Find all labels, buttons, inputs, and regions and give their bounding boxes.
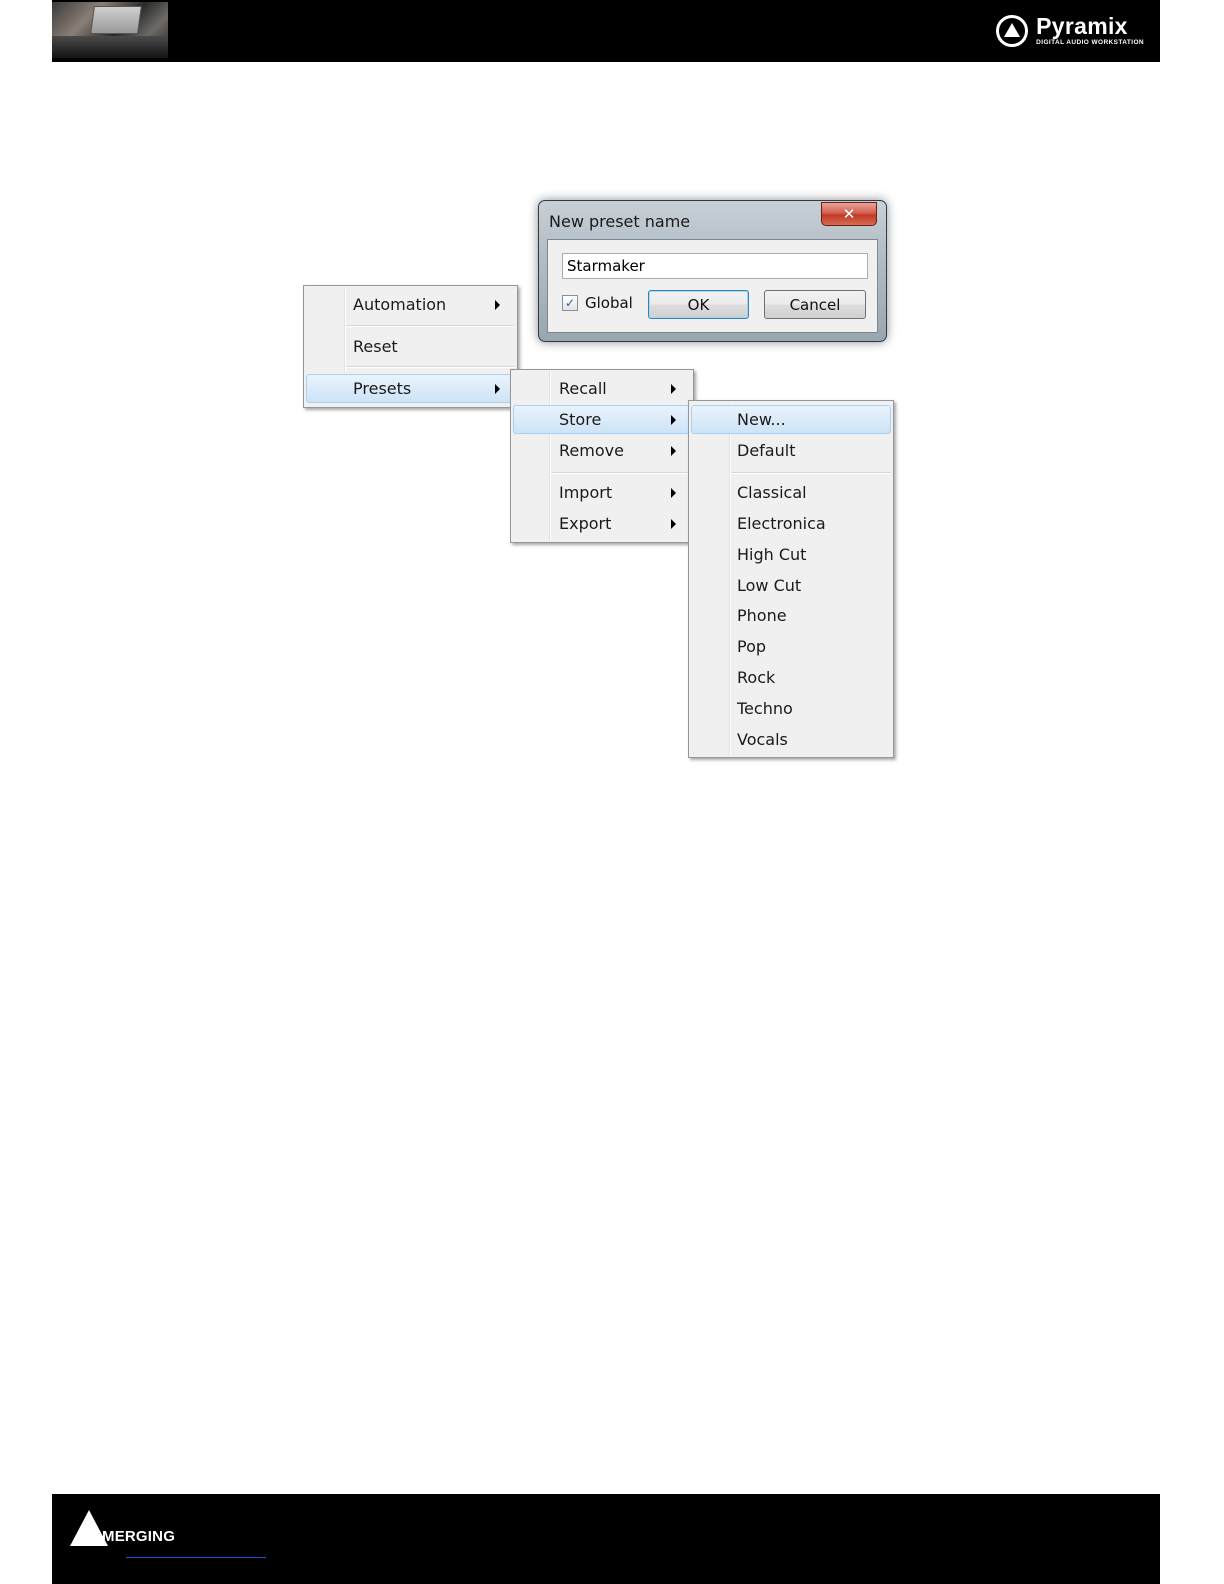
menu-item-label: High Cut [737, 545, 807, 564]
menu-item-recall[interactable]: Recall [513, 374, 691, 403]
ok-button-label: OK [687, 295, 710, 314]
close-icon: ✕ [842, 205, 856, 223]
submenu-presets: Recall Store Remove Import Export [510, 369, 694, 543]
menu-item-remove[interactable]: Remove [513, 436, 691, 465]
logo-name: Pyramix [1036, 13, 1128, 40]
menu-item-presets[interactable]: Presets [306, 374, 515, 403]
pyramix-logo-icon [996, 15, 1029, 47]
menu-item-pop[interactable]: Pop [691, 632, 891, 661]
menu-item-high-cut[interactable]: High Cut [691, 540, 891, 569]
screen-image [90, 6, 142, 34]
submenu-arrow-icon [671, 446, 676, 456]
menu-item-vocals[interactable]: Vocals [691, 725, 891, 754]
cancel-button-label: Cancel [789, 295, 841, 314]
menu-item-label: Default [737, 441, 796, 460]
menu-item-electronica[interactable]: Electronica [691, 509, 891, 538]
menu-item-label: Techno [737, 699, 793, 718]
menu-item-label: Import [559, 483, 613, 502]
menu-item-export[interactable]: Export [513, 509, 691, 538]
cancel-button[interactable]: Cancel [764, 290, 866, 319]
submenu-arrow-icon [671, 519, 676, 529]
console-desk [52, 36, 168, 58]
global-checkbox[interactable]: ✓ [562, 295, 578, 311]
dialog-title: New preset name [549, 212, 691, 231]
menu-item-import[interactable]: Import [513, 478, 691, 507]
menu-item-label: Automation [353, 295, 447, 314]
close-button[interactable]: ✕ [821, 202, 877, 226]
submenu-arrow-icon [495, 384, 500, 394]
studio-photo [52, 2, 168, 58]
preset-name-input[interactable] [562, 253, 868, 279]
submenu-arrow-icon [671, 488, 676, 498]
menu-item-label: Recall [559, 379, 607, 398]
checkmark-icon: ✓ [564, 296, 576, 310]
menu-separator [551, 472, 690, 474]
footer-link-underline [126, 1557, 266, 1558]
ok-button[interactable]: OK [648, 290, 749, 319]
menu-separator [731, 472, 890, 474]
menu-item-default[interactable]: Default [691, 436, 891, 465]
menu-item-techno[interactable]: Techno [691, 694, 891, 723]
menu-item-label: Remove [559, 441, 624, 460]
menu-item-label: Electronica [737, 514, 826, 533]
menu-item-reset[interactable]: Reset [306, 332, 515, 361]
menu-item-label: Classical [737, 483, 807, 502]
menu-item-label: Export [559, 514, 612, 533]
menu-item-label: Low Cut [737, 576, 802, 595]
menu-item-label: Presets [353, 379, 412, 398]
menu-item-phone[interactable]: Phone [691, 601, 891, 630]
menu-separator [346, 325, 514, 327]
menu-item-store[interactable]: Store [513, 405, 691, 434]
submenu-arrow-icon [671, 415, 676, 425]
menu-item-label: Vocals [737, 730, 788, 749]
submenu-arrow-icon [671, 384, 676, 394]
pyramix-logo-text: Pyramix DIGITAL AUDIO WORKSTATION [1036, 15, 1144, 47]
menu-separator [346, 366, 514, 368]
submenu-store: New... Default Classical Electronica Hig… [688, 400, 894, 758]
menu-item-rock[interactable]: Rock [691, 663, 891, 692]
global-checkbox-label: Global [585, 294, 633, 312]
context-menu-main: Automation Reset Presets [303, 285, 518, 408]
logo-subtitle: DIGITAL AUDIO WORKSTATION [1036, 39, 1144, 47]
menu-item-automation[interactable]: Automation [306, 290, 515, 319]
menu-item-label: Rock [737, 668, 776, 687]
footer-bar: MERGING [52, 1494, 1160, 1584]
menu-item-low-cut[interactable]: Low Cut [691, 571, 891, 600]
menu-item-label: Pop [737, 637, 767, 656]
new-preset-dialog: New preset name ✕ ✓ Global OK Cancel [538, 200, 887, 342]
menu-item-classical[interactable]: Classical [691, 478, 891, 507]
menu-item-label: Store [559, 410, 602, 429]
merging-logo-text: MERGING [102, 1528, 176, 1545]
header-bar: Pyramix DIGITAL AUDIO WORKSTATION [52, 0, 1160, 62]
merging-logo: MERGING [70, 1510, 175, 1546]
menu-item-label: New... [737, 410, 786, 429]
menu-item-label: Reset [353, 337, 398, 356]
menu-item-label: Phone [737, 606, 787, 625]
pyramix-logo: Pyramix DIGITAL AUDIO WORKSTATION [996, 11, 1144, 51]
menu-item-new[interactable]: New... [691, 405, 891, 434]
dialog-body: ✓ Global OK Cancel [547, 239, 878, 333]
submenu-arrow-icon [495, 300, 500, 310]
